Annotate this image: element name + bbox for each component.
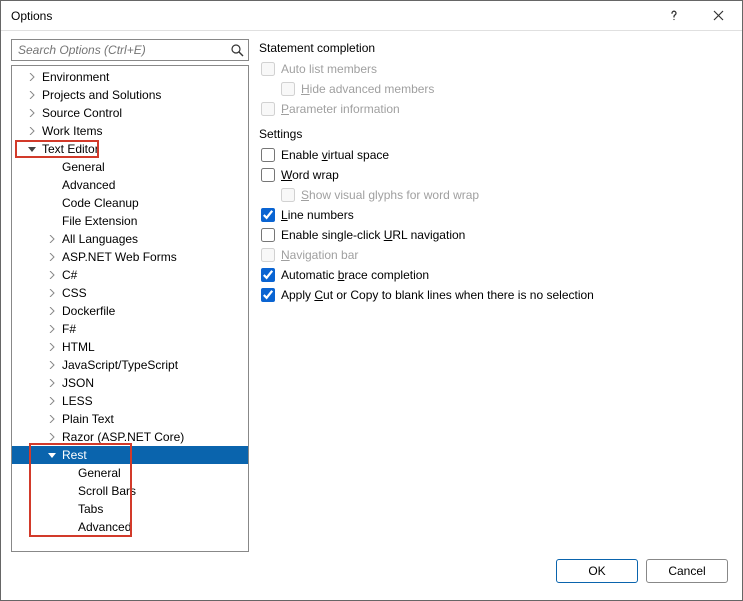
tree-item-html[interactable]: HTML xyxy=(12,338,248,356)
checkbox-auto-list-members: Auto list members xyxy=(259,59,732,79)
tree-item-dockerfile[interactable]: Dockerfile xyxy=(12,302,248,320)
checkbox-word-wrap[interactable]: Word wrap xyxy=(259,165,732,185)
tree-item-csharp[interactable]: C# xyxy=(12,266,248,284)
search-box[interactable] xyxy=(11,39,249,61)
options-tree[interactable]: Environment Projects and Solutions Sourc… xyxy=(11,65,249,552)
checkbox-navigation-bar: Navigation bar xyxy=(259,245,732,265)
tree-item-fsharp[interactable]: F# xyxy=(12,320,248,338)
tree-item-fileext[interactable]: File Extension xyxy=(12,212,248,230)
help-button[interactable] xyxy=(652,2,696,30)
tree-item-codecleanup[interactable]: Code Cleanup xyxy=(12,194,248,212)
tree-item-general[interactable]: General xyxy=(12,158,248,176)
options-dialog: Options Environment Projects and Solutio… xyxy=(0,0,743,601)
search-icon[interactable] xyxy=(226,40,248,60)
dialog-footer: OK Cancel xyxy=(1,552,742,600)
tree-item-workitems[interactable]: Work Items xyxy=(12,122,248,140)
tree-item-rest-advanced[interactable]: Advanced xyxy=(12,518,248,536)
section-settings: Settings xyxy=(259,125,732,145)
tree-item-plaintext[interactable]: Plain Text xyxy=(12,410,248,428)
help-icon xyxy=(668,10,680,22)
cancel-button[interactable]: Cancel xyxy=(646,559,728,583)
close-icon xyxy=(713,10,724,21)
checkbox-visual-glyphs: Show visual glyphs for word wrap xyxy=(259,185,732,205)
tree-item-less[interactable]: LESS xyxy=(12,392,248,410)
tree-item-environment[interactable]: Environment xyxy=(12,68,248,86)
tree-item-alllang[interactable]: All Languages xyxy=(12,230,248,248)
settings-panel: Statement completion Auto list members H… xyxy=(259,39,732,552)
dialog-body: Environment Projects and Solutions Sourc… xyxy=(1,31,742,552)
tree-item-css[interactable]: CSS xyxy=(12,284,248,302)
tree-item-rest-scrollbars[interactable]: Scroll Bars xyxy=(12,482,248,500)
tree-item-json[interactable]: JSON xyxy=(12,374,248,392)
checkbox-line-numbers[interactable]: Line numbers xyxy=(259,205,732,225)
left-panel: Environment Projects and Solutions Sourc… xyxy=(11,39,249,552)
tree-item-razor[interactable]: Razor (ASP.NET Core) xyxy=(12,428,248,446)
tree-item-projects[interactable]: Projects and Solutions xyxy=(12,86,248,104)
search-input[interactable] xyxy=(12,40,226,60)
tree-item-advanced[interactable]: Advanced xyxy=(12,176,248,194)
window-title: Options xyxy=(11,9,652,23)
checkbox-cut-copy-blank[interactable]: Apply Cut or Copy to blank lines when th… xyxy=(259,285,732,305)
ok-button[interactable]: OK xyxy=(556,559,638,583)
checkbox-parameter-information: Parameter information xyxy=(259,99,732,119)
tree-item-rest[interactable]: Rest xyxy=(12,446,248,464)
checkbox-brace-completion[interactable]: Automatic brace completion xyxy=(259,265,732,285)
close-button[interactable] xyxy=(696,2,740,30)
tree-item-rest-general[interactable]: General xyxy=(12,464,248,482)
tree-item-aspnet[interactable]: ASP.NET Web Forms xyxy=(12,248,248,266)
checkbox-hide-advanced-members: Hide advanced members xyxy=(259,79,732,99)
tree-item-texteditor[interactable]: Text Editor xyxy=(12,140,248,158)
checkbox-single-click-url[interactable]: Enable single-click URL navigation xyxy=(259,225,732,245)
tree-item-rest-tabs[interactable]: Tabs xyxy=(12,500,248,518)
tree-item-jsts[interactable]: JavaScript/TypeScript xyxy=(12,356,248,374)
section-statement-completion: Statement completion xyxy=(259,39,732,59)
checkbox-virtual-space[interactable]: Enable virtual space xyxy=(259,145,732,165)
titlebar: Options xyxy=(1,1,742,31)
tree-item-sourcecontrol[interactable]: Source Control xyxy=(12,104,248,122)
